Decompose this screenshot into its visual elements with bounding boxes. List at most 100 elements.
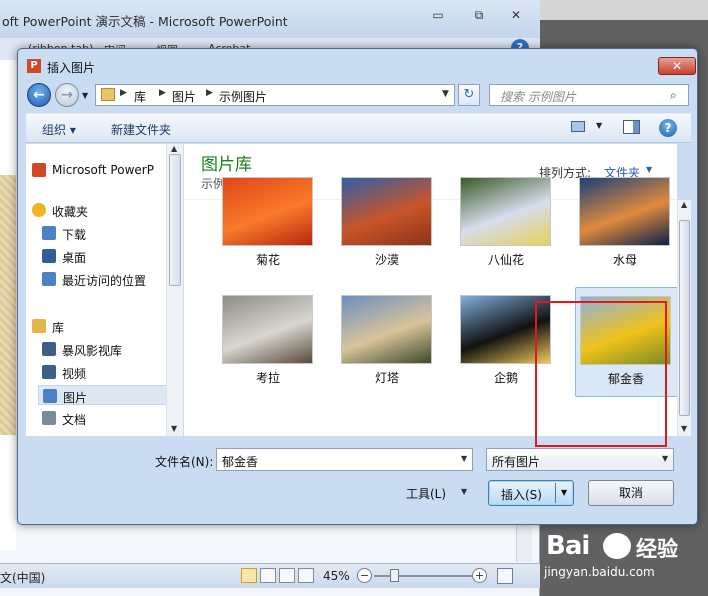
nav-item[interactable]: 文档 xyxy=(26,408,166,428)
nav-item-label: 收藏夹 xyxy=(52,205,89,219)
nav-item[interactable]: Microsoft PowerP xyxy=(26,160,166,180)
hydrangeas-thumbnail[interactable] xyxy=(460,177,551,246)
dialog-titlebar: P 插入图片 ✕ xyxy=(18,49,697,81)
slideshow-icon[interactable] xyxy=(298,568,314,583)
nav-scroll-thumb[interactable] xyxy=(169,154,181,286)
recent-pages-chevron-icon[interactable]: ▼ xyxy=(82,91,88,100)
forward-button[interactable]: → xyxy=(55,83,79,107)
image-tile[interactable]: 水母 xyxy=(575,169,677,279)
nav-item[interactable]: 收藏夹 xyxy=(26,200,166,220)
image-tile[interactable]: 八仙花 xyxy=(456,169,568,279)
nav-pane-scrollbar[interactable]: ▲ ▼ xyxy=(166,144,183,436)
help-icon[interactable]: ? xyxy=(659,119,677,137)
filename-dropdown-icon[interactable]: ▼ xyxy=(461,454,467,463)
file-type-value[interactable]: 所有图片 xyxy=(492,453,540,470)
filename-value[interactable]: 郁金香 xyxy=(222,453,258,470)
slide-sorter-icon[interactable] xyxy=(260,568,276,583)
address-bar[interactable]: ▶ 库 ▶ 图片 ▶ 示例图片 ▼ xyxy=(95,84,455,106)
recent-places-icon xyxy=(42,272,56,286)
image-tile[interactable]: 沙漠 xyxy=(337,169,449,279)
insert-options-dropdown-icon[interactable]: ▼ xyxy=(561,488,567,497)
image-tile[interactable]: 菊花 xyxy=(218,169,330,279)
filename-input[interactable]: 郁金香 ▼ xyxy=(216,448,473,471)
file-type-select[interactable]: 所有图片 ▼ xyxy=(486,448,674,471)
powerpoint-icon xyxy=(32,163,46,177)
zoom-in-button[interactable]: + xyxy=(472,568,487,583)
search-icon[interactable]: ⌕ xyxy=(670,88,677,103)
file-type-dropdown-icon[interactable]: ▼ xyxy=(662,454,668,463)
insert-button[interactable]: 插入(S) ▼ xyxy=(488,480,574,506)
search-placeholder: 搜索 示例图片 xyxy=(500,90,576,104)
new-folder-button[interactable]: 新建文件夹 xyxy=(111,121,171,138)
zoom-level[interactable]: 45% xyxy=(323,569,350,583)
star-icon xyxy=(32,203,46,217)
desert-thumbnail[interactable] xyxy=(341,177,432,246)
nav-item-label: 图片 xyxy=(63,391,88,405)
insert-label: 插入(S) xyxy=(501,488,542,502)
nav-item-label: 文档 xyxy=(62,413,87,427)
language-status[interactable]: 文(中国) xyxy=(0,569,45,586)
breadcrumb-arrow-icon[interactable]: ▶ xyxy=(120,88,127,98)
tools-dropdown-icon[interactable]: ▼ xyxy=(461,487,467,496)
zoom-slider-thumb[interactable] xyxy=(390,569,399,582)
scroll-up-icon[interactable]: ▲ xyxy=(681,200,687,209)
change-view-icon[interactable] xyxy=(571,121,585,132)
file-list-scroll-thumb[interactable] xyxy=(679,220,690,416)
dialog-close-button[interactable]: ✕ xyxy=(658,57,696,75)
image-tile[interactable]: 考拉 xyxy=(218,287,330,397)
status-bar: 文(中国) 45% − + xyxy=(0,563,540,588)
watermark-logo: Bai xyxy=(546,531,590,561)
ppt-scrollbar[interactable] xyxy=(516,520,532,562)
scroll-down-icon[interactable]: ▼ xyxy=(171,424,177,433)
address-dropdown-icon[interactable]: ▼ xyxy=(442,89,449,99)
image-caption: 菊花 xyxy=(255,253,280,267)
video-library-icon xyxy=(42,342,56,356)
back-button[interactable]: ← xyxy=(27,83,51,107)
restore-button[interactable]: ⧉ xyxy=(461,6,497,24)
fit-to-window-icon[interactable] xyxy=(497,568,513,584)
image-tile[interactable]: 灯塔 xyxy=(337,287,449,397)
scroll-down-icon[interactable]: ▼ xyxy=(681,424,687,433)
scroll-up-icon[interactable]: ▲ xyxy=(171,144,177,153)
breadcrumb-pictures[interactable]: 图片 xyxy=(172,88,196,105)
nav-item[interactable]: 桌面 xyxy=(26,246,166,266)
zoom-out-button[interactable]: − xyxy=(357,568,372,583)
nav-item[interactable]: 库 xyxy=(26,316,166,336)
nav-item-label: 最近访问的位置 xyxy=(62,274,147,288)
breadcrumb-library[interactable]: 库 xyxy=(134,88,146,105)
image-caption: 八仙花 xyxy=(487,253,524,267)
insert-split-divider xyxy=(555,483,556,503)
reading-view-icon[interactable] xyxy=(279,568,295,583)
nav-item[interactable]: 图片 xyxy=(38,385,178,405)
cancel-button[interactable]: 取消 xyxy=(588,480,674,506)
breadcrumb-sample-pictures[interactable]: 示例图片 xyxy=(219,88,267,105)
download-folder-icon xyxy=(42,226,56,240)
nav-item[interactable]: 最近访问的位置 xyxy=(26,269,166,289)
nav-item[interactable]: 视频 xyxy=(26,362,166,382)
zoom-slider-track[interactable] xyxy=(374,575,474,577)
search-input[interactable]: 搜索 示例图片 ⌕ xyxy=(489,84,689,106)
nav-item-label: 下载 xyxy=(62,228,87,242)
minimize-button[interactable]: ▭ xyxy=(420,6,456,24)
nav-item[interactable]: 下载 xyxy=(26,223,166,243)
lighthouse-thumbnail[interactable] xyxy=(341,295,432,364)
watermark-cn-text: 经验 xyxy=(636,537,678,561)
preview-pane-icon[interactable] xyxy=(623,120,640,134)
tools-button[interactable]: 工具(L) xyxy=(406,485,446,502)
toolbar: 组织 ▾ 新建文件夹 ▼ ? xyxy=(26,113,691,143)
chrysanthemum-thumbnail[interactable] xyxy=(222,177,313,246)
slide-background xyxy=(0,175,16,435)
file-list-scrollbar[interactable]: ▲ ▼ xyxy=(677,200,691,436)
nav-item-label: 视频 xyxy=(62,367,87,381)
nav-item[interactable]: 暴风影视库 xyxy=(26,339,166,359)
koala-thumbnail[interactable] xyxy=(222,295,313,364)
close-window-button[interactable]: ✕ xyxy=(498,6,534,24)
organize-button[interactable]: 组织 ▾ xyxy=(42,121,76,138)
refresh-button[interactable]: ↻ xyxy=(458,84,480,106)
image-caption: 考拉 xyxy=(255,371,280,385)
breadcrumb-arrow-icon[interactable]: ▶ xyxy=(159,88,166,98)
view-dropdown-icon[interactable]: ▼ xyxy=(596,121,602,130)
jellyfish-thumbnail[interactable] xyxy=(579,177,670,246)
breadcrumb-arrow-icon[interactable]: ▶ xyxy=(206,88,213,98)
normal-view-icon[interactable] xyxy=(241,568,257,583)
